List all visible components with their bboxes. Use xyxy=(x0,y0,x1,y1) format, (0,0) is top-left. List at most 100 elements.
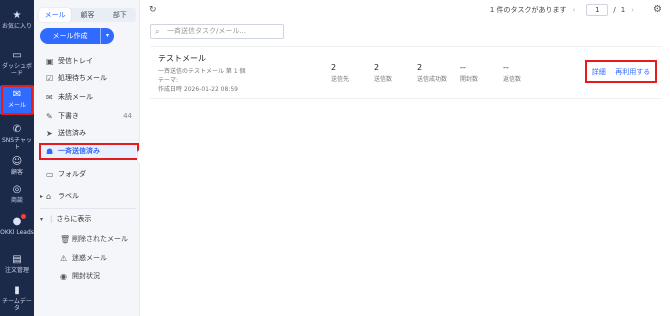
drafts-count: 44 xyxy=(123,112,132,120)
task-count-text: 1 件のタスクがあります xyxy=(489,6,567,14)
star-icon: ★ xyxy=(12,10,22,21)
mail-nav: メール 顧客 部下 メール作成 ▾ ▣ 受信トレイ ☑ 処理待ちメール ✉ 未読… xyxy=(34,0,140,316)
dashboard-icon: ▭ xyxy=(12,50,22,61)
draft-icon: ✎ xyxy=(46,112,53,121)
nav-item-label: 未読メール xyxy=(58,93,93,101)
more-label: さらに表示 xyxy=(56,215,92,223)
eye-icon: ◉ xyxy=(60,272,67,281)
task-actions: 詳細 再利用する xyxy=(585,60,657,83)
nav-item-label: ラベル xyxy=(58,192,79,200)
spam-icon: ⚠ xyxy=(60,254,68,263)
stat-opened: -- 開封数 xyxy=(460,63,478,83)
tab-subordinates[interactable]: 部下 xyxy=(104,8,136,22)
rail-team-label: チームデータ xyxy=(2,298,32,312)
leads-icon: ● xyxy=(12,216,22,227)
nav-more-toggle[interactable]: ▾ | さらに表示 xyxy=(40,213,132,226)
sub-item-label: 迷惑メール xyxy=(72,254,107,262)
task-subject: テストメール xyxy=(158,54,206,63)
page-input[interactable]: 1 xyxy=(586,4,609,16)
nav-item-label: フォルダ xyxy=(58,170,86,178)
notification-dot xyxy=(21,214,26,219)
stat-recipients: 2 送信先 xyxy=(331,63,349,83)
search-icon: ⌕ xyxy=(155,27,160,36)
nav-item-spam[interactable]: ⚠ 迷惑メール xyxy=(60,252,138,265)
rail-customers-label: 顧客 xyxy=(10,169,23,176)
page-total: 1 xyxy=(620,6,626,14)
folder-icon: ▭ xyxy=(46,170,54,179)
rail-leads-label: OKKI Leads xyxy=(0,229,34,236)
bar-chart-icon: ▮ xyxy=(14,285,20,296)
sent-icon: ➤ xyxy=(46,129,53,138)
rail-leads[interactable]: ● OKKI Leads xyxy=(0,216,34,236)
bulk-sent-highlight xyxy=(39,143,139,160)
reuse-link[interactable]: 再利用する xyxy=(615,67,650,77)
nav-item-open-status[interactable]: ◉ 開封状況 xyxy=(60,270,138,283)
chat-icon: ✆ xyxy=(12,124,22,135)
nav-item-pending[interactable]: ☑ 処理待ちメール xyxy=(46,72,138,85)
stat-replied: -- 返信数 xyxy=(503,63,521,83)
nav-item-label: 送信済み xyxy=(58,129,86,137)
rail-deals-label: 商談 xyxy=(10,197,23,204)
stat-success: 2 送信成功数 xyxy=(417,63,447,83)
detail-link[interactable]: 詳細 xyxy=(592,67,606,77)
stat-label: 送信先 xyxy=(331,76,350,83)
nav-item-unread[interactable]: ✉ 未読メール xyxy=(46,91,138,104)
search-input[interactable]: ⌕ 一斉送信タスク/メール... xyxy=(150,24,284,39)
nav-item-label: 下書き xyxy=(58,112,79,120)
stat-sent: 2 送信数 xyxy=(374,63,392,83)
inbox-icon: ▣ xyxy=(46,57,54,66)
pager: 1 件のタスクがあります ‹ 1 / 1 › xyxy=(490,4,640,16)
chevron-down-icon: ▾ xyxy=(40,216,44,223)
sub-item-label: 削除されたメール xyxy=(72,235,128,243)
stat-value: -- xyxy=(503,63,509,72)
task-theme: テーマ: xyxy=(158,77,179,84)
stat-value: -- xyxy=(460,63,466,72)
rail-dashboard[interactable]: ▭ ダッシュボード xyxy=(0,50,34,77)
compose-button[interactable]: メール作成 ▾ xyxy=(40,28,114,44)
rail-team[interactable]: ▮ チームデータ xyxy=(0,285,34,312)
pending-icon: ☑ xyxy=(46,74,54,83)
stat-label: 開封数 xyxy=(460,76,479,83)
compose-label: メール作成 xyxy=(52,32,88,40)
stat-value: 2 xyxy=(331,63,337,72)
rail-customers[interactable]: ☺ 顧客 xyxy=(0,156,34,176)
more-separator: | xyxy=(50,215,53,223)
refresh-icon[interactable]: ↻ xyxy=(149,5,157,15)
nav-tabs: メール 顧客 部下 xyxy=(39,8,136,22)
page-separator: / xyxy=(613,6,616,14)
nav-item-sent[interactable]: ➤ 送信済み xyxy=(46,127,138,140)
nav-item-label: 受信トレイ xyxy=(58,57,93,65)
app-rail: ★ お気に入り ▭ ダッシュボード ✉ メール ✆ SNSチャット ☺ 顧客 ◎… xyxy=(0,0,34,316)
sub-item-label: 開封状況 xyxy=(72,272,100,280)
rail-dashboard-label: ダッシュボード xyxy=(1,63,32,77)
nav-item-folders[interactable]: ▭ フォルダ xyxy=(46,168,138,181)
search-placeholder: 一斉送信タスク/メール... xyxy=(167,27,247,35)
order-icon: ▤ xyxy=(12,254,22,265)
rail-mail-highlight xyxy=(1,85,33,115)
rail-deals[interactable]: ◎ 商談 xyxy=(0,184,34,204)
task-description: 一斉送信のテストメール 第 1 個 xyxy=(158,68,246,75)
rail-orders[interactable]: ▤ 注文管理 xyxy=(0,254,34,274)
next-page-icon[interactable]: › xyxy=(631,6,634,14)
rail-favorites[interactable]: ★ お気に入り xyxy=(0,10,34,30)
task-row[interactable]: テストメール 一斉送信のテストメール 第 1 個 テーマ: 作成日時 2026-… xyxy=(150,46,662,99)
stat-value: 2 xyxy=(417,63,423,72)
people-icon: ☺ xyxy=(11,156,23,167)
prev-page-icon[interactable]: ‹ xyxy=(573,6,576,14)
tab-mail[interactable]: メール xyxy=(39,8,72,22)
nav-item-label: 処理待ちメール xyxy=(58,74,107,82)
nav-item-labels[interactable]: ▸ ⌂ ラベル xyxy=(40,190,132,203)
trash-icon: 🗑 xyxy=(60,235,71,244)
chevron-down-icon[interactable]: ▾ xyxy=(100,28,114,44)
unread-icon: ✉ xyxy=(46,93,53,102)
gear-icon[interactable]: ⚙ xyxy=(653,4,662,15)
target-icon: ◎ xyxy=(12,184,22,195)
nav-divider xyxy=(40,208,136,209)
nav-item-drafts[interactable]: ✎ 下書き 44 xyxy=(46,110,138,123)
nav-item-trash[interactable]: 🗑 削除されたメール xyxy=(60,233,138,246)
nav-item-inbox[interactable]: ▣ 受信トレイ xyxy=(46,55,138,68)
tag-icon: ⌂ xyxy=(46,192,52,201)
stat-label: 送信成功数 xyxy=(417,76,448,83)
tab-customers[interactable]: 顧客 xyxy=(71,8,103,22)
rail-sns[interactable]: ✆ SNSチャット xyxy=(0,124,34,151)
